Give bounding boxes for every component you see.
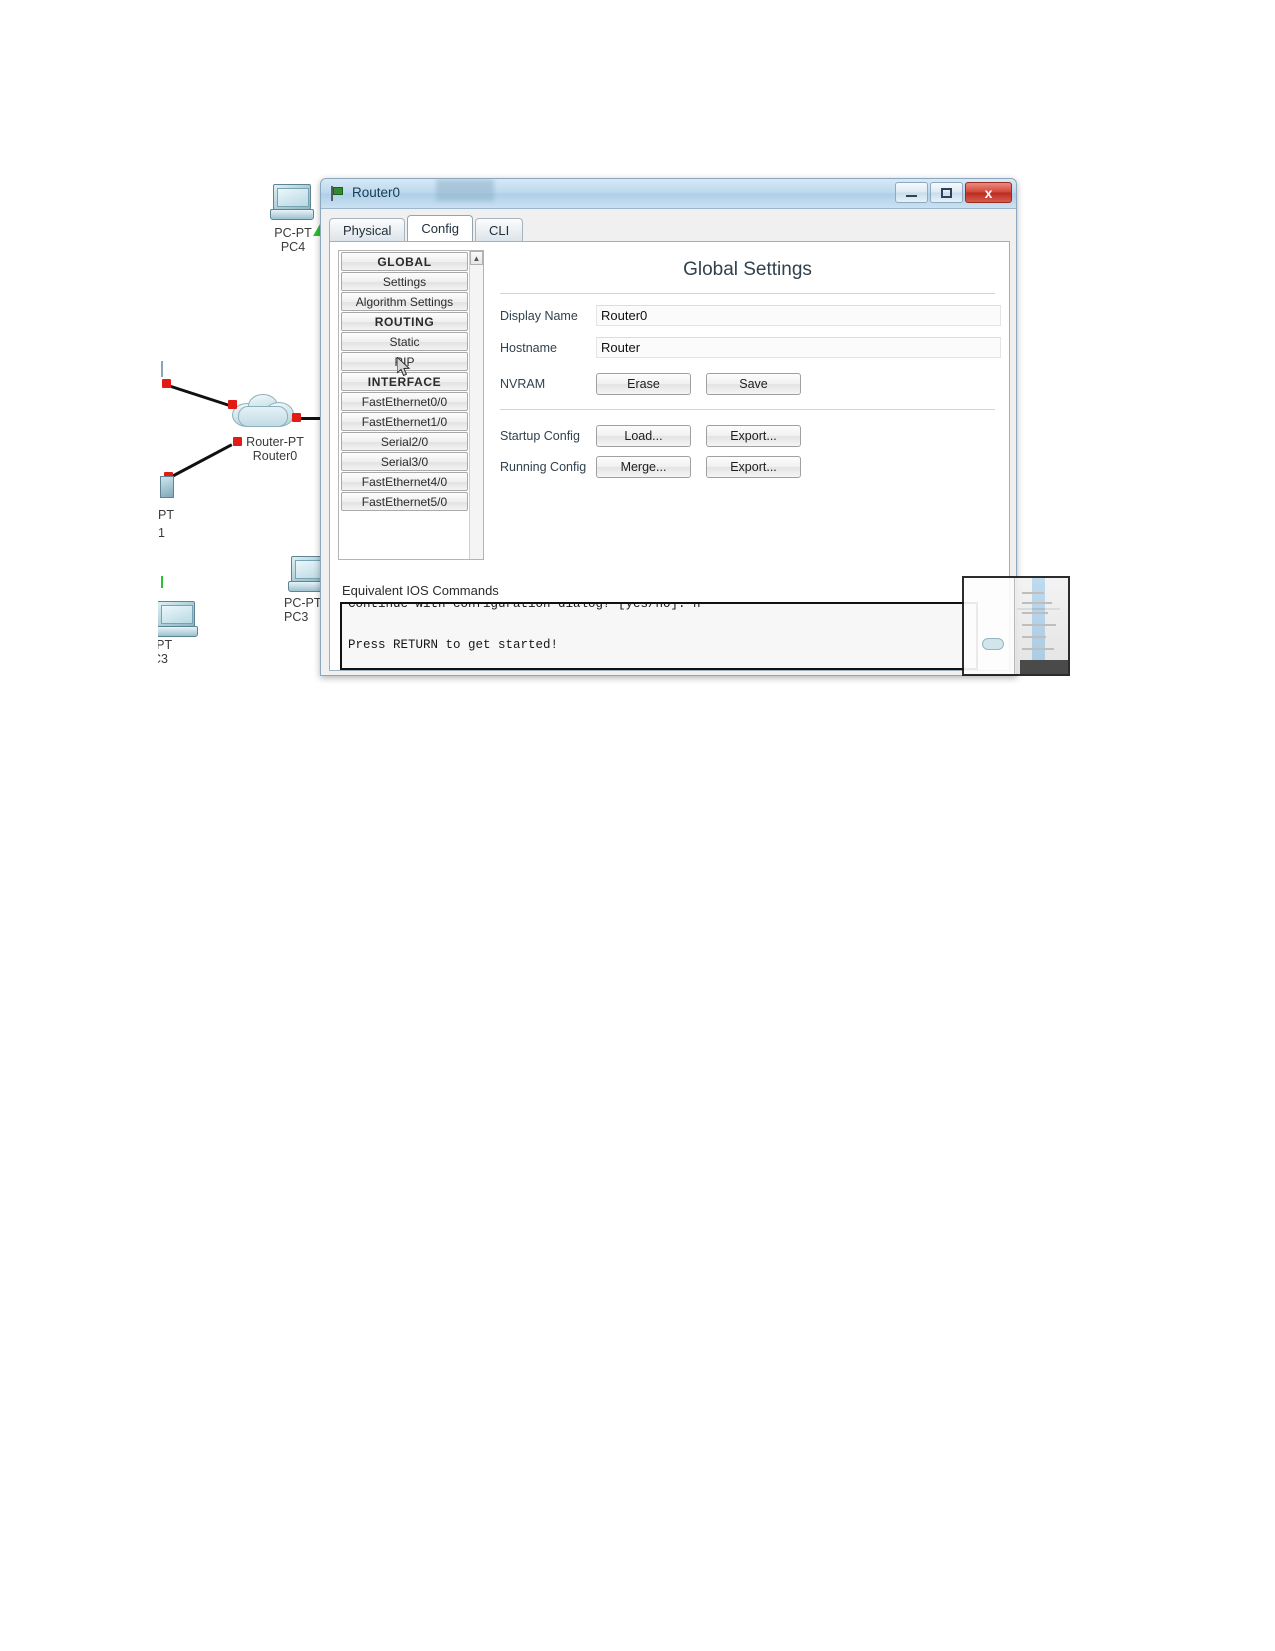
startup-config-row: Startup Config Load... Export...	[494, 425, 1001, 447]
minimize-icon	[906, 195, 917, 197]
link-status-up-icon	[161, 576, 163, 588]
topology-label-pc3left-type: -PT	[158, 638, 173, 652]
maximize-button[interactable]	[930, 182, 963, 203]
divider	[500, 409, 995, 410]
link-endpoint-icon	[233, 437, 242, 446]
nvram-save-button[interactable]: Save	[706, 373, 801, 395]
thumbnail-row-line	[1022, 602, 1052, 604]
sidebar-scrollbar[interactable]: ▲	[469, 251, 483, 559]
sidebar-item-algorithm-settings[interactable]: Algorithm Settings	[341, 292, 468, 311]
thumbnail-statusbar	[1020, 660, 1068, 674]
sidebar-section-routing: ROUTING	[341, 312, 468, 331]
running-merge-button[interactable]: Merge...	[596, 456, 691, 478]
topology-label-router-name: Router0	[252, 449, 298, 463]
sidebar-item-serial3-0[interactable]: Serial3/0	[341, 452, 468, 471]
hostname-row: Hostname Router	[494, 337, 1001, 358]
topology-node-router0[interactable]	[232, 394, 294, 428]
page-title: Global Settings	[683, 259, 812, 280]
tab-strip[interactable]: Physical Config CLI	[329, 215, 1016, 241]
thumbnail-router-icon	[982, 638, 1004, 650]
startup-config-label: Startup Config	[500, 429, 580, 443]
topology-label-pc3left-name: C3	[158, 652, 168, 666]
display-name-row: Display Name Router0	[494, 305, 1001, 326]
topology-node-pc3-left[interactable]	[158, 601, 198, 639]
topology-node-pc4[interactable]	[270, 184, 314, 222]
router0-config-window[interactable]: Router0 x Physical Config CLI GLOBAL Set…	[320, 178, 1017, 676]
sidebar-item-fastethernet0-0[interactable]: FastEthernet0/0	[341, 392, 468, 411]
window-title: Router0	[352, 185, 401, 200]
nvram-label: NVRAM	[500, 377, 546, 391]
divider	[500, 293, 995, 294]
pc-base-icon	[270, 209, 314, 220]
topology-label-pcleft-name: 1	[158, 526, 165, 540]
link-endpoint-icon	[162, 379, 171, 388]
flag-icon	[330, 186, 345, 201]
sidebar-item-fastethernet5-0[interactable]: FastEthernet5/0	[341, 492, 468, 511]
pc-base-icon	[158, 626, 198, 637]
minimize-button[interactable]	[895, 182, 928, 203]
thumbnail-row-line	[1022, 648, 1054, 650]
sidebar-item-serial2-0[interactable]: Serial2/0	[341, 432, 468, 451]
titlebar-artifact	[436, 179, 494, 201]
sidebar-item-fastethernet1-0[interactable]: FastEthernet1/0	[341, 412, 468, 431]
sidebar-section-global: GLOBAL	[341, 252, 468, 271]
running-config-label: Running Config	[500, 460, 587, 474]
thumbnail-row-line	[1022, 612, 1048, 614]
topology-link-left-upper[interactable]	[167, 384, 236, 409]
screenshot-root: PC-PT PC4 Router-PT Router0 PT 1 PT 3 PC…	[0, 0, 1275, 1651]
tab-physical[interactable]: Physical	[329, 218, 406, 241]
config-tab-panel: GLOBAL Settings Algorithm Settings ROUTI…	[329, 241, 1010, 671]
display-name-label: Display Name	[500, 308, 578, 323]
sidebar-item-settings[interactable]: Settings	[341, 272, 468, 291]
maximize-icon	[941, 187, 952, 198]
hostname-input[interactable]: Router	[596, 337, 1001, 358]
startup-export-button[interactable]: Export...	[706, 425, 801, 447]
router-body-icon	[238, 406, 288, 427]
running-export-button[interactable]: Export...	[706, 456, 801, 478]
window-titlebar[interactable]: Router0 x	[321, 179, 1016, 209]
link-endpoint-icon	[228, 400, 237, 409]
topology-label-pcleft-type: PT	[158, 508, 174, 522]
tab-cli[interactable]: CLI	[475, 218, 524, 241]
running-config-row: Running Config Merge... Export...	[494, 456, 1001, 478]
thumbnail-row-line	[1022, 592, 1044, 594]
hostname-label: Hostname	[500, 340, 557, 355]
nvram-row: NVRAM Erase Save	[494, 373, 1001, 395]
display-name-input[interactable]: Router0	[596, 305, 1001, 326]
sidebar-item-fastethernet4-0[interactable]: FastEthernet4/0	[341, 472, 468, 491]
link-endpoint-icon	[292, 413, 301, 422]
config-sidebar[interactable]: GLOBAL Settings Algorithm Settings ROUTI…	[338, 250, 484, 560]
startup-load-button[interactable]: Load...	[596, 425, 691, 447]
ios-commands-console[interactable]: Continue with configuration dialog? [yes…	[340, 602, 978, 670]
scroll-up-icon[interactable]: ▲	[470, 251, 483, 265]
config-sidebar-list: GLOBAL Settings Algorithm Settings ROUTI…	[339, 251, 470, 512]
overview-thumbnail-panel[interactable]	[962, 576, 1070, 676]
topology-stub-marker	[161, 361, 163, 377]
ios-console-line: Press RETURN to get started!	[348, 638, 559, 652]
global-settings-pane: Global Settings Display Name Router0 Hos…	[494, 250, 1001, 478]
thumbnail-row-line	[1022, 636, 1046, 638]
ios-commands-label: Equivalent IOS Commands	[342, 583, 499, 598]
pc-screen-icon	[158, 601, 195, 627]
close-button[interactable]: x	[965, 182, 1012, 203]
window-controls[interactable]: x	[895, 182, 1012, 203]
sidebar-item-static[interactable]: Static	[341, 332, 468, 351]
topology-node-pc-left[interactable]	[160, 476, 174, 498]
ios-console-line: Continue with configuration dialog? [yes…	[348, 602, 701, 611]
tab-config[interactable]: Config	[407, 215, 473, 241]
nvram-erase-button[interactable]: Erase	[596, 373, 691, 395]
thumbnail-row-line	[1022, 624, 1056, 626]
pc-screen-icon	[273, 184, 311, 210]
